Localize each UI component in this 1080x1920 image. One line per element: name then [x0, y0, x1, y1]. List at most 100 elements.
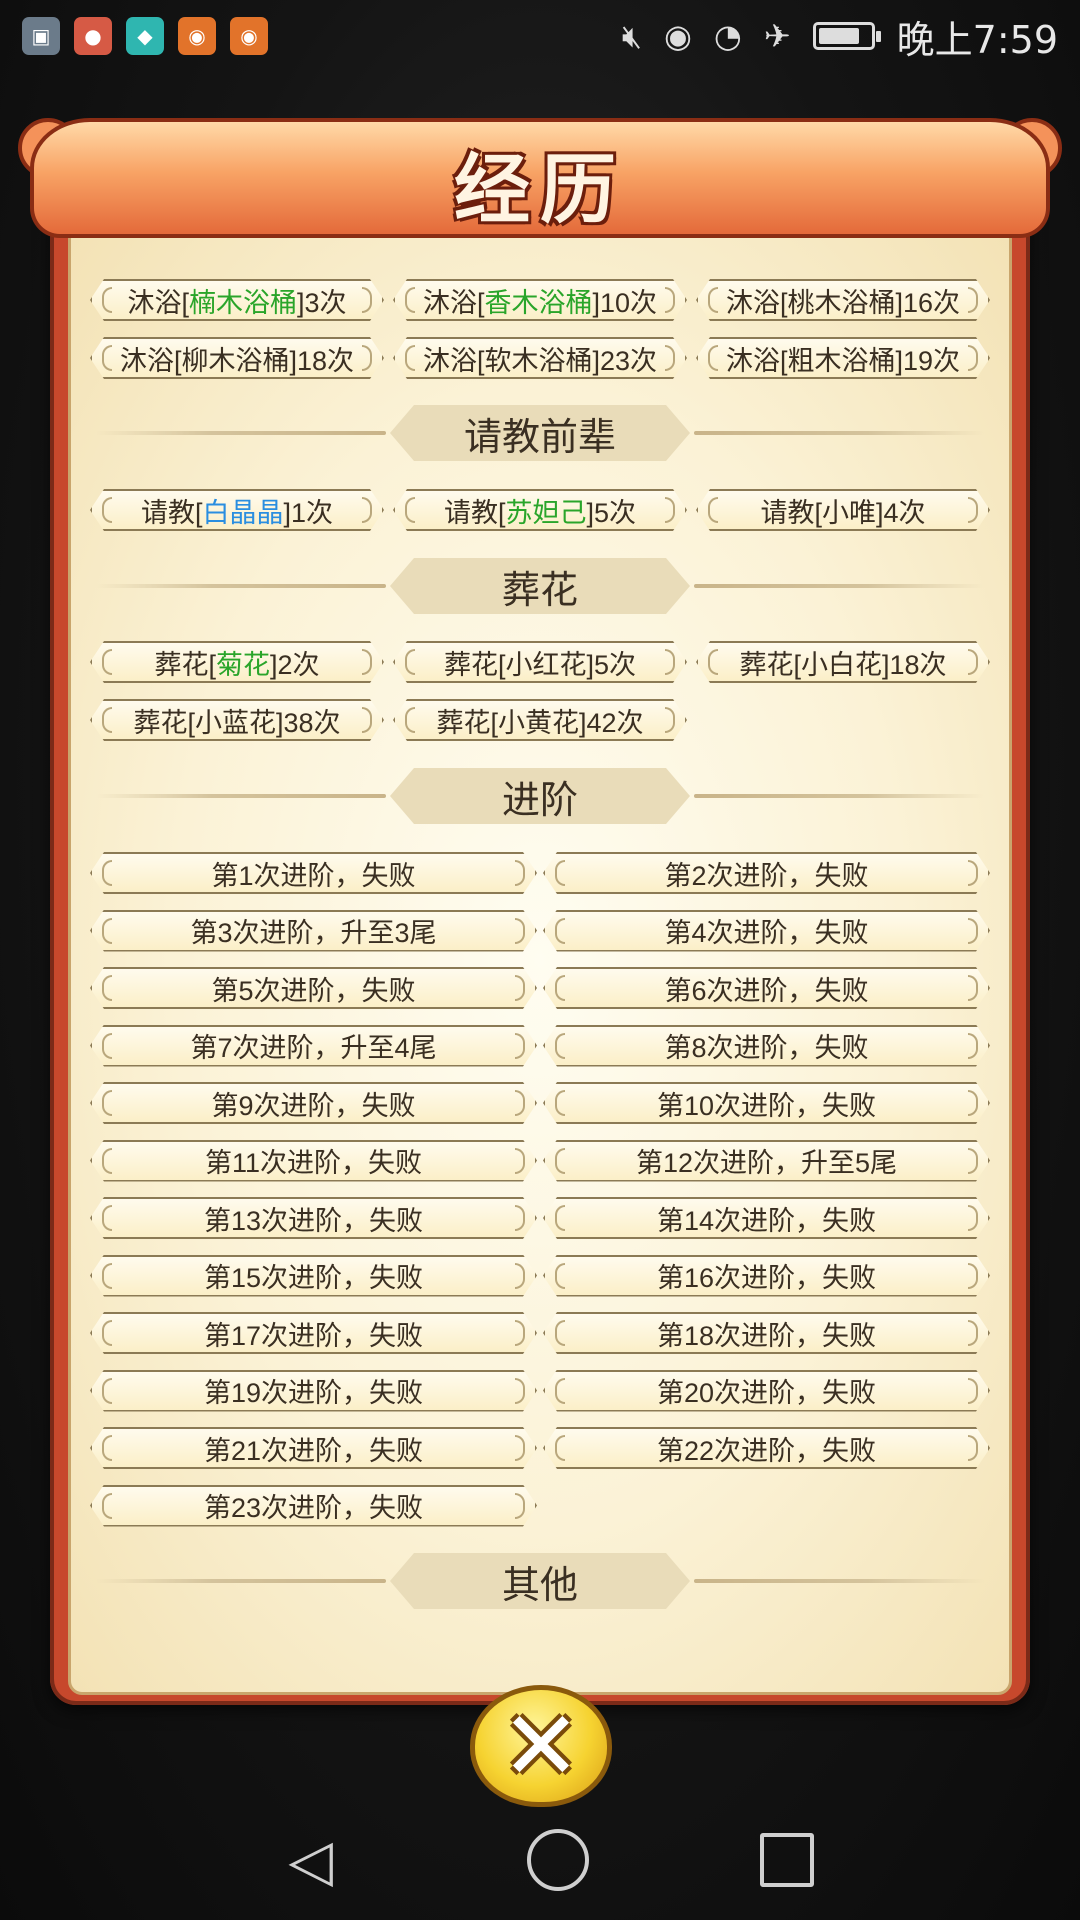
status-bar: ▣ ● ◆ ◉ ◉ 🔇︎ ◉ ◔ ✈ 晚上7:59: [0, 0, 1080, 72]
advance-record-chip[interactable]: 第8次进阶，失败: [543, 1025, 990, 1067]
chip-prefix: 请教[: [140, 497, 203, 528]
chip-item-name: 小白花: [800, 649, 882, 680]
bath-record-chip[interactable]: 沐浴[香木浴桶]10次: [393, 279, 687, 321]
bath-record-chip[interactable]: 沐浴[柳木浴桶]18次: [90, 337, 384, 379]
advance-record-chip[interactable]: 第9次进阶，失败: [90, 1082, 537, 1124]
flower-record-chip[interactable]: 葬花[小白花]18次: [696, 641, 990, 683]
chip-prefix: 请教[: [760, 497, 822, 528]
advance-record-chip[interactable]: 第1次进阶，失败: [90, 852, 537, 894]
section-header-flowers: 葬花: [68, 558, 1012, 614]
chip-item-name: 小红花: [505, 649, 587, 680]
chip-item-name: 小黄花: [497, 707, 579, 738]
chip-prefix: 葬花[: [443, 649, 506, 680]
divider-left: [96, 794, 386, 798]
divider-right: [694, 794, 984, 798]
chip-count: ]5次: [586, 649, 637, 680]
chip-prefix: 葬花[: [154, 649, 216, 680]
advance-record-chip[interactable]: 第18次进阶，失败: [543, 1312, 990, 1354]
advance-record-chip[interactable]: 第13次进阶，失败: [90, 1197, 537, 1239]
chip-item-name: 桃木浴桶: [787, 287, 896, 318]
chip-item-name: 白晶晶: [202, 497, 284, 528]
advance-record-chip[interactable]: 第2次进阶，失败: [543, 852, 990, 894]
notification-icons: ▣ ● ◆ ◉ ◉: [22, 17, 268, 55]
section-title: 葬花: [390, 558, 690, 614]
advance-record-chip[interactable]: 第17次进阶，失败: [90, 1312, 537, 1354]
navigation-bar: ◁: [0, 1800, 1080, 1920]
close-button[interactable]: ✕: [470, 1685, 612, 1807]
shield-app-icon: ◆: [126, 17, 164, 55]
clock: 晚上7:59: [896, 17, 1058, 62]
divider-right: [694, 431, 984, 435]
divider-right: [694, 1579, 984, 1583]
back-button[interactable]: ◁: [266, 1826, 356, 1894]
advance-record-chip[interactable]: 第14次进阶，失败: [543, 1197, 990, 1239]
chip-prefix: 沐浴[: [422, 345, 485, 376]
advance-record-chip[interactable]: 第3次进阶，升至3尾: [90, 910, 537, 952]
game-app-icon-1: ◉: [178, 17, 216, 55]
status-icons: 🔇︎ ◉ ◔ ✈ 晚上7:59: [622, 9, 1058, 64]
advance-record-chip[interactable]: 第4次进阶，失败: [543, 910, 990, 952]
battery-icon: [812, 22, 881, 50]
chip-prefix: 沐浴[: [725, 345, 788, 376]
chip-count: ]23次: [592, 345, 658, 376]
advance-record-chip[interactable]: 第11次进阶，失败: [90, 1140, 537, 1182]
chip-item-name: 小蓝花: [194, 707, 276, 738]
advance-record-chip[interactable]: 第5次进阶，失败: [90, 967, 537, 1009]
chip-item-name: 小唯: [821, 497, 876, 528]
chip-item-name: 菊花: [215, 649, 270, 680]
chip-item-name: 软木浴桶: [484, 345, 593, 376]
flower-record-chip[interactable]: 葬花[菊花]2次: [90, 641, 384, 683]
section-header-consult: 请教前辈: [68, 405, 1012, 461]
recent-apps-button[interactable]: [760, 1833, 815, 1887]
bath-record-chip[interactable]: 沐浴[桃木浴桶]16次: [696, 279, 990, 321]
advance-record-chip[interactable]: 第23次进阶，失败: [90, 1485, 537, 1527]
dialog-title: 经历: [454, 145, 626, 234]
home-button[interactable]: [526, 1829, 589, 1891]
bath-record-chip[interactable]: 沐浴[软木浴桶]23次: [393, 337, 687, 379]
chip-count: ]18次: [289, 345, 355, 376]
chip-prefix: 沐浴[: [119, 345, 182, 376]
chip-count: ]38次: [275, 707, 341, 738]
chip-prefix: 请教[: [443, 497, 506, 528]
advance-record-chip[interactable]: 第12次进阶，升至5尾: [543, 1140, 990, 1182]
advance-record-chip[interactable]: 第7次进阶，升至4尾: [90, 1025, 537, 1067]
advance-record-chip[interactable]: 第10次进阶，失败: [543, 1082, 990, 1124]
mute-icon: 🔇︎: [621, 16, 642, 55]
chip-count: ]18次: [881, 649, 947, 680]
divider-left: [96, 1579, 386, 1583]
bath-record-chip[interactable]: 沐浴[粗木浴桶]19次: [696, 337, 990, 379]
bath-record-chip[interactable]: 沐浴[楠木浴桶]3次: [90, 279, 384, 321]
chip-count: ]16次: [895, 287, 961, 318]
chip-count: ]19次: [895, 345, 961, 376]
divider-right: [694, 584, 984, 588]
consult-record-chip[interactable]: 请教[小唯]4次: [696, 489, 990, 531]
divider-left: [96, 431, 386, 435]
advance-record-chip[interactable]: 第15次进阶，失败: [90, 1255, 537, 1297]
chip-item-name: 柳木浴桶: [181, 345, 290, 376]
advance-record-chip[interactable]: 第20次进阶，失败: [543, 1370, 990, 1412]
wifi-icon: ◔: [713, 17, 742, 55]
flower-record-chip[interactable]: 葬花[小蓝花]38次: [90, 699, 384, 741]
chip-item-name: 香木浴桶: [484, 287, 593, 318]
chip-prefix: 葬花[: [739, 649, 801, 680]
advance-record-chip[interactable]: 第22次进阶，失败: [543, 1427, 990, 1469]
section-title: 进阶: [390, 768, 690, 824]
eye-care-icon: ◉: [664, 17, 692, 55]
chip-count: ]42次: [578, 707, 644, 738]
advance-record-chip[interactable]: 第19次进阶，失败: [90, 1370, 537, 1412]
flower-record-chip[interactable]: 葬花[小黄花]42次: [393, 699, 687, 741]
flower-record-chip[interactable]: 葬花[小红花]5次: [393, 641, 687, 683]
consult-record-chip[interactable]: 请教[苏妲己]5次: [393, 489, 687, 531]
chip-count: ]10次: [592, 287, 658, 318]
advance-record-chip[interactable]: 第6次进阶，失败: [543, 967, 990, 1009]
section-title: 请教前辈: [390, 405, 690, 461]
section-title: 其他: [390, 1553, 690, 1609]
chip-prefix: 葬花[: [436, 707, 498, 738]
advance-record-chip[interactable]: 第21次进阶，失败: [90, 1427, 537, 1469]
chip-prefix: 沐浴[: [127, 287, 189, 318]
advance-record-chip[interactable]: 第16次进阶，失败: [543, 1255, 990, 1297]
chip-item-name: 粗木浴桶: [787, 345, 896, 376]
chip-item-name: 楠木浴桶: [188, 287, 297, 318]
game-app-icon-2: ◉: [230, 17, 268, 55]
consult-record-chip[interactable]: 请教[白晶晶]1次: [90, 489, 384, 531]
